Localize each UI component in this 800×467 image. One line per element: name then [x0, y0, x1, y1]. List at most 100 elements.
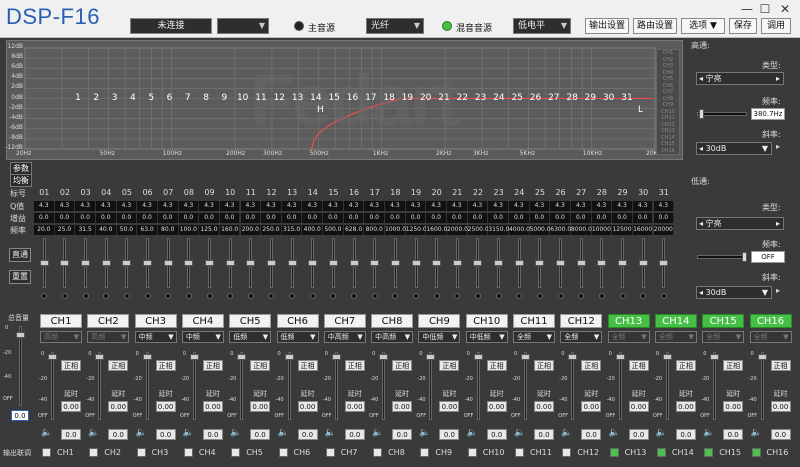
band-q-value[interactable]: 4.3 [157, 201, 179, 211]
channel-phase-button[interactable]: 正相 [202, 360, 223, 371]
band-q-value[interactable]: 4.3 [178, 201, 200, 211]
band-gain-value[interactable]: 0.0 [488, 213, 509, 223]
channel-14-header[interactable]: CH14 [654, 314, 697, 328]
channel-phase-button[interactable]: 正相 [723, 360, 744, 371]
band-q-value[interactable]: 4.3 [426, 201, 447, 211]
channel-phase-button[interactable]: 正相 [61, 360, 81, 371]
output-link-checkbox-3[interactable] [136, 448, 146, 457]
band-gain-value[interactable]: 0.0 [261, 213, 282, 223]
output-settings-button[interactable]: 输出设置 [585, 18, 629, 34]
output-link-checkbox-5[interactable] [231, 448, 241, 457]
band-gain-value[interactable]: 0.0 [612, 213, 633, 223]
eq-band-marker[interactable]: 13 [291, 93, 305, 103]
lowpass-type-select[interactable]: ◂ 宁亮 ▸ [696, 217, 784, 230]
output-link-checkbox-6[interactable] [278, 448, 288, 457]
lowpass-marker[interactable]: L [638, 105, 643, 115]
channel-gain-value[interactable]: 0.0 [250, 429, 271, 440]
channel-volume-slider[interactable] [145, 352, 149, 420]
channel-volume-slider[interactable] [192, 352, 196, 420]
band-freq-value[interactable]: 160.0 [219, 225, 241, 235]
speaker-icon[interactable]: 🔈 [41, 428, 52, 438]
channel-volume-slider[interactable] [429, 352, 433, 420]
band-freq-value[interactable]: 50.0 [116, 225, 138, 235]
band-bypass-dot[interactable] [185, 293, 192, 299]
band-gain-knob[interactable] [576, 260, 586, 266]
channel-10-type-select[interactable]: 中低频 ▼ [465, 331, 508, 343]
band-gain-knob[interactable] [81, 260, 91, 266]
band-bypass-dot[interactable] [578, 293, 585, 299]
eq-band-marker[interactable]: 12 [272, 93, 286, 103]
band-gain-knob[interactable] [514, 260, 524, 266]
band-bypass-dot[interactable] [619, 293, 626, 299]
band-q-value[interactable]: 4.3 [632, 201, 654, 211]
channel-12-header[interactable]: CH12 [560, 314, 603, 328]
master-volume-slider[interactable] [19, 326, 22, 406]
eq-band-marker[interactable]: 30 [602, 93, 616, 103]
band-freq-value[interactable]: 10000 [591, 225, 613, 235]
band-gain-value[interactable]: 0.0 [570, 213, 592, 223]
channel-9-type-select[interactable]: 中低频 ▼ [418, 331, 461, 343]
speaker-icon[interactable]: 🔈 [419, 428, 430, 438]
level-select[interactable]: 低电平 ▼ [513, 18, 571, 34]
band-gain-knob[interactable] [535, 260, 545, 266]
speaker-icon[interactable]: 🔈 [136, 428, 147, 438]
band-bypass-dot[interactable] [598, 293, 605, 299]
band-bypass-dot[interactable] [454, 293, 461, 299]
speaker-icon[interactable]: 🔈 [88, 428, 99, 438]
route-settings-button[interactable]: 路由设置 [633, 18, 677, 34]
channel-delay-value[interactable]: 0.00 [439, 401, 460, 412]
channel-volume-knob[interactable] [757, 354, 767, 360]
channel-6-header[interactable]: CH6 [276, 314, 319, 328]
band-gain-value[interactable]: 0.0 [550, 213, 571, 223]
device-select[interactable]: ▼ [217, 18, 269, 34]
band-q-value[interactable]: 4.3 [385, 201, 406, 211]
band-q-value[interactable]: 4.3 [612, 201, 633, 211]
eq-band-marker[interactable]: 1 [71, 93, 85, 103]
channel-1-header[interactable]: CH1 [40, 314, 82, 328]
channel-gain-value[interactable]: 0.0 [297, 429, 318, 440]
eq-band-marker[interactable]: 28 [565, 93, 579, 103]
recall-button[interactable]: 调用 [761, 18, 791, 34]
channel-volume-slider[interactable] [760, 352, 764, 420]
band-gain-value[interactable]: 0.0 [632, 213, 654, 223]
band-bypass-dot[interactable] [351, 293, 358, 299]
band-q-value[interactable]: 4.3 [75, 201, 96, 211]
band-gain-knob[interactable] [390, 260, 400, 266]
channel-phase-button[interactable]: 正相 [628, 360, 649, 371]
speaker-icon[interactable]: 🔈 [278, 428, 289, 438]
speaker-icon[interactable]: 🔈 [325, 428, 336, 438]
band-q-value[interactable]: 4.3 [240, 201, 262, 211]
channel-15-header[interactable]: CH15 [702, 314, 745, 328]
band-bypass-dot[interactable] [227, 293, 234, 299]
speaker-icon[interactable]: 🔈 [230, 428, 241, 438]
channel-delay-value[interactable]: 0.00 [155, 401, 176, 412]
channel-volume-slider[interactable] [713, 352, 717, 420]
channel-volume-knob[interactable] [473, 354, 483, 360]
connection-status-button[interactable]: 未连接 [130, 18, 212, 34]
band-freq-value[interactable]: 25.0 [54, 225, 76, 235]
channel-8-header[interactable]: CH8 [371, 314, 414, 328]
eq-band-marker[interactable]: 7 [181, 93, 195, 103]
channel-phase-button[interactable]: 正相 [770, 360, 791, 371]
channel-8-type-select[interactable]: 中高频 ▼ [371, 331, 414, 343]
speaker-icon[interactable]: 🔈 [609, 428, 620, 438]
band-q-value[interactable]: 4.3 [199, 201, 220, 211]
channel-delay-value[interactable]: 0.00 [486, 401, 507, 412]
channel-3-header[interactable]: CH3 [134, 314, 177, 328]
channel-phase-button[interactable]: 正相 [486, 360, 507, 371]
band-freq-value[interactable]: 8000.0 [570, 225, 592, 235]
channel-delay-value[interactable]: 0.00 [108, 401, 129, 412]
band-q-value[interactable]: 4.3 [323, 201, 344, 211]
band-freq-value[interactable]: 250.0 [261, 225, 282, 235]
channel-delay-value[interactable]: 0.00 [675, 401, 696, 412]
channel-volume-slider[interactable] [524, 352, 527, 420]
band-q-value[interactable]: 4.3 [261, 201, 282, 211]
band-q-value[interactable]: 4.3 [529, 201, 551, 211]
channel-phase-button[interactable]: 正相 [675, 360, 696, 371]
channel-gain-value[interactable]: 0.0 [675, 429, 696, 440]
band-bypass-dot[interactable] [289, 293, 296, 299]
channel-volume-slider[interactable] [476, 352, 480, 420]
channel-volume-slider[interactable] [287, 352, 291, 420]
band-q-value[interactable]: 4.3 [34, 201, 55, 211]
channel-phase-button[interactable]: 正相 [344, 360, 365, 371]
